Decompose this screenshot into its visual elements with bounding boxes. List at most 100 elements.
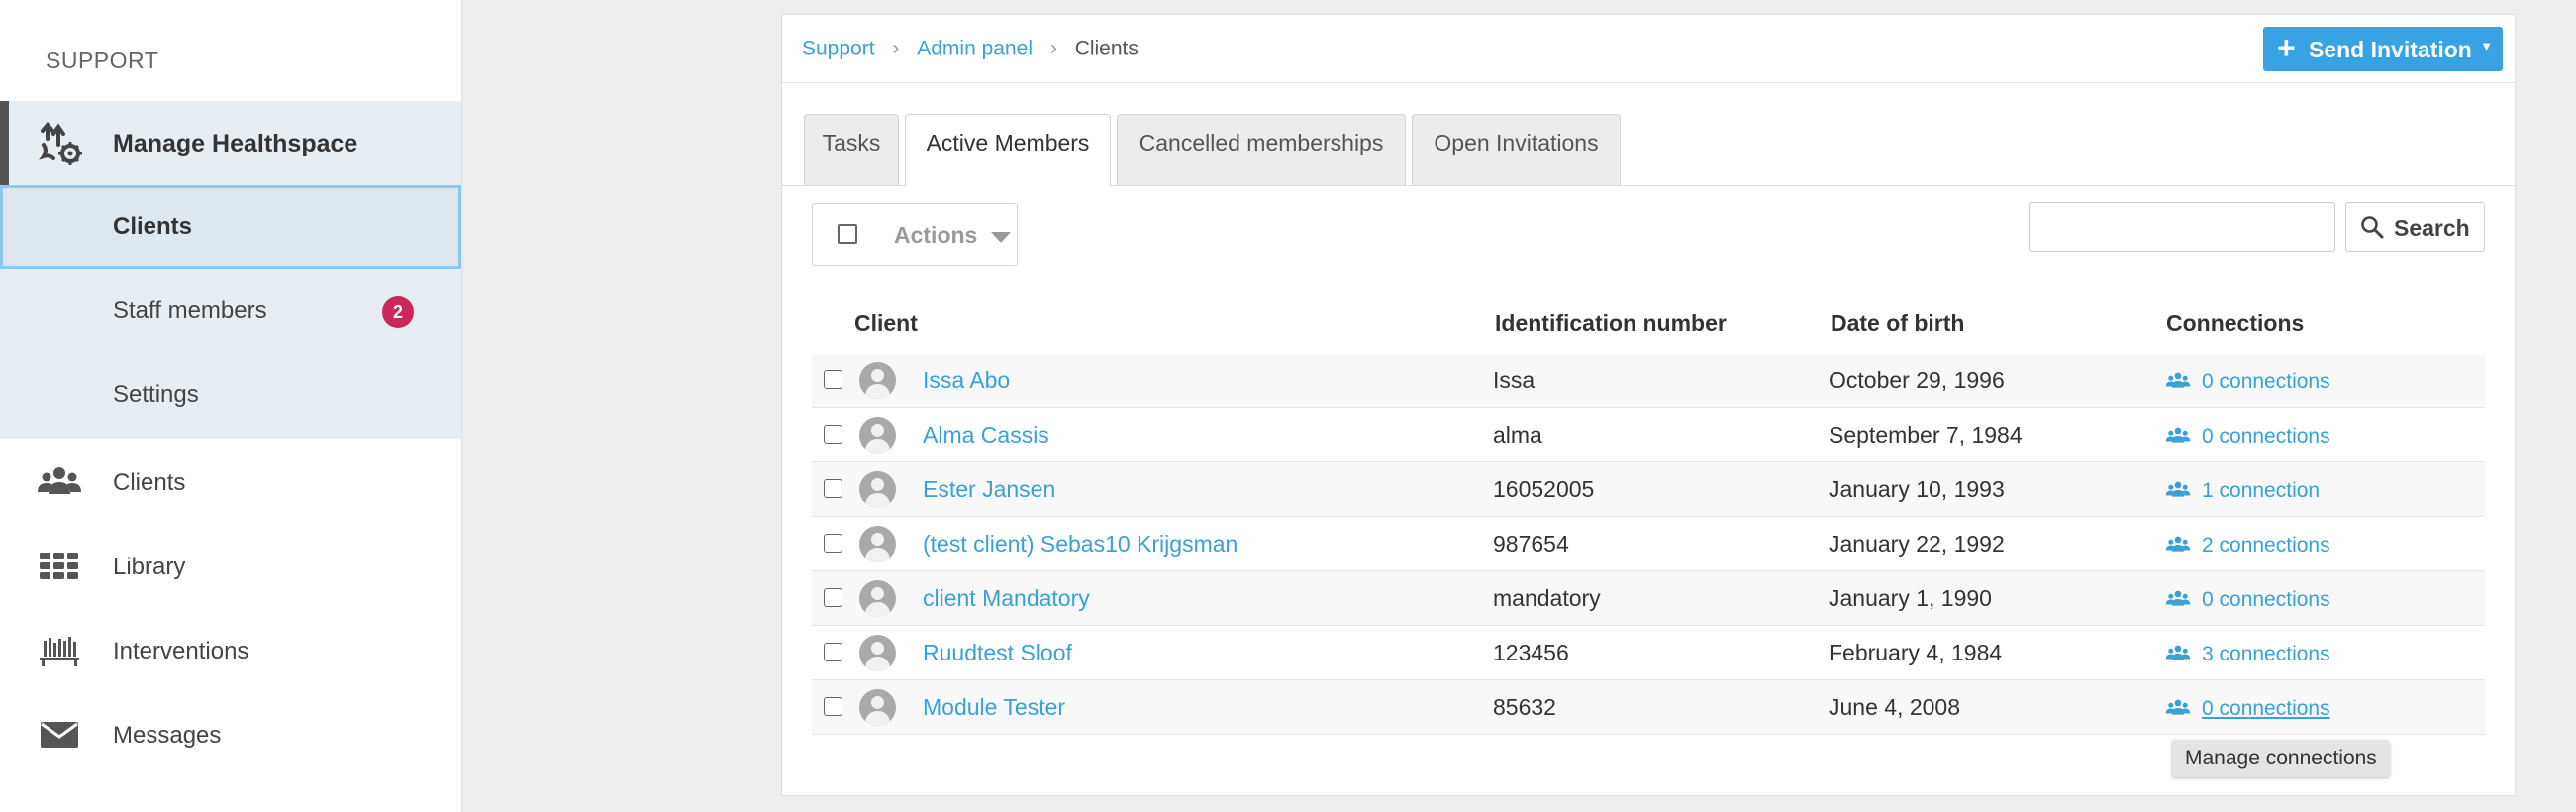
connections-count: 0 connections xyxy=(2202,697,2330,720)
column-header-client[interactable]: Client xyxy=(854,310,918,337)
connections-count: 1 connection xyxy=(2202,479,2321,502)
subnav-item-label: Staff members xyxy=(113,297,267,324)
identification-number: alma xyxy=(1493,422,1542,448)
envelope-icon xyxy=(41,722,78,748)
sidebar-item-clients[interactable]: Clients xyxy=(0,441,461,525)
identification-number: 16052005 xyxy=(1493,476,1595,502)
identification-number: 987654 xyxy=(1493,531,1569,557)
connections-count: 0 connections xyxy=(2202,588,2330,611)
users-icon xyxy=(2165,645,2191,660)
search-button[interactable]: Search xyxy=(2345,202,2485,252)
connections-count: 0 connections xyxy=(2202,425,2330,448)
subnav-item-label: Clients xyxy=(113,213,193,240)
users-icon xyxy=(2165,372,2191,388)
client-name-link[interactable]: Ester Jansen xyxy=(923,476,1055,503)
table-row: Ruudtest Sloof 123456 February 4, 1984 3… xyxy=(812,626,2485,680)
date-of-birth: June 4, 2008 xyxy=(1829,694,1961,720)
plus-icon: + xyxy=(2277,30,2296,65)
tab-label: Active Members xyxy=(926,130,1090,155)
date-of-birth: September 7, 1984 xyxy=(1829,422,2023,448)
manage-settings-icon xyxy=(39,121,82,165)
sidebar-item-messages[interactable]: Messages xyxy=(0,693,461,777)
avatar xyxy=(859,417,896,454)
connections-count: 0 connections xyxy=(2202,370,2330,393)
row-checkbox[interactable] xyxy=(824,479,842,498)
caret-down-icon: ▼ xyxy=(2480,39,2493,53)
column-header-connections[interactable]: Connections xyxy=(2166,310,2304,337)
client-name-link[interactable]: Ruudtest Sloof xyxy=(923,640,1072,666)
users-icon xyxy=(2165,536,2191,552)
tab-active-members[interactable]: Active Members xyxy=(905,114,1111,186)
caret-down-icon xyxy=(991,232,1011,243)
breadcrumb-support[interactable]: Support xyxy=(802,37,875,59)
avatar xyxy=(859,526,896,562)
manage-subnav: Clients Staff members 2 Settings xyxy=(0,185,461,439)
tab-label: Cancelled memberships xyxy=(1139,130,1384,155)
select-all-checkbox[interactable] xyxy=(838,224,857,244)
row-checkbox[interactable] xyxy=(824,534,842,553)
subnav-item-clients[interactable]: Clients xyxy=(0,185,461,269)
date-of-birth: January 10, 1993 xyxy=(1829,476,2005,502)
nav-manage-healthspace[interactable]: Manage Healthspace xyxy=(0,101,461,185)
client-name-link[interactable]: Module Tester xyxy=(923,694,1065,721)
table-row: (test client) Sebas10 Krijgsman 987654 J… xyxy=(812,517,2485,571)
identification-number: mandatory xyxy=(1493,585,1601,611)
subnav-item-settings[interactable]: Settings xyxy=(0,354,461,438)
users-icon xyxy=(2165,590,2191,606)
search-icon xyxy=(2361,216,2384,239)
identification-number: 123456 xyxy=(1493,640,1569,665)
connections-count: 2 connections xyxy=(2202,534,2330,557)
sidebar-item-interventions[interactable]: Interventions xyxy=(0,609,461,693)
column-header-identification-number[interactable]: Identification number xyxy=(1495,310,1727,337)
tab-label: Tasks xyxy=(822,130,881,155)
table-row: Alma Cassis alma September 7, 1984 0 con… xyxy=(812,408,2485,462)
avatar xyxy=(859,689,896,726)
breadcrumb-admin-panel[interactable]: Admin panel xyxy=(917,37,1033,59)
search-button-label: Search xyxy=(2394,215,2470,241)
date-of-birth: October 29, 1996 xyxy=(1829,367,2005,393)
tab-tasks[interactable]: Tasks xyxy=(804,114,899,185)
subnav-item-staff-members[interactable]: Staff members 2 xyxy=(0,269,461,354)
users-icon xyxy=(2165,427,2191,443)
sidebar-item-label: Library xyxy=(113,554,186,580)
chevron-right-icon: › xyxy=(892,37,900,60)
client-name-link[interactable]: client Mandatory xyxy=(923,585,1090,612)
client-name-link[interactable]: Issa Abo xyxy=(923,367,1010,394)
table-row: Ester Jansen 16052005 January 10, 1993 1… xyxy=(812,462,2485,517)
identification-number: 85632 xyxy=(1493,694,1556,720)
row-checkbox[interactable] xyxy=(824,588,842,607)
avatar xyxy=(859,362,896,399)
sidebar: SUPPORT Manage Healthspace Clients Staff… xyxy=(0,0,462,812)
row-checkbox[interactable] xyxy=(824,425,842,444)
date-of-birth: February 4, 1984 xyxy=(1829,640,2003,665)
manage-connections-tooltip: Manage connections xyxy=(2172,740,2390,777)
tab-bar: Tasks Active Members Cancelled membershi… xyxy=(782,114,2515,186)
row-checkbox[interactable] xyxy=(824,370,842,389)
organization-name: SUPPORT xyxy=(46,48,159,73)
grid-icon xyxy=(40,553,78,579)
table-row: Module Tester 85632 June 4, 2008 0 conne… xyxy=(812,680,2485,735)
table-row: Issa Abo Issa October 29, 1996 0 connect… xyxy=(812,354,2485,408)
row-checkbox[interactable] xyxy=(824,643,842,661)
bulk-actions-dropdown[interactable]: Actions xyxy=(812,203,1018,266)
users-icon xyxy=(2165,699,2191,715)
sidebar-item-label: Clients xyxy=(113,469,186,496)
subnav-item-label: Settings xyxy=(113,381,199,408)
chevron-right-icon: › xyxy=(1049,37,1057,60)
users-icon xyxy=(38,467,81,494)
send-invitation-button[interactable]: + Send Invitation ▼ xyxy=(2263,27,2503,71)
connections-count: 3 connections xyxy=(2202,643,2330,665)
sidebar-item-label: Messages xyxy=(113,722,222,749)
date-of-birth: January 1, 1990 xyxy=(1829,585,1992,611)
tab-open-invitations[interactable]: Open Invitations xyxy=(1412,114,1621,185)
send-invitation-label: Send Invitation xyxy=(2309,37,2472,62)
client-name-link[interactable]: (test client) Sebas10 Krijgsman xyxy=(923,531,1238,558)
row-checkbox[interactable] xyxy=(824,697,842,716)
header-divider xyxy=(782,82,2515,83)
client-name-link[interactable]: Alma Cassis xyxy=(923,422,1049,449)
sidebar-item-library[interactable]: Library xyxy=(0,525,461,609)
search-input[interactable] xyxy=(2029,202,2335,252)
identification-number: Issa xyxy=(1493,367,1536,393)
column-header-date-of-birth[interactable]: Date of birth xyxy=(1831,310,1964,337)
tab-cancelled-memberships[interactable]: Cancelled memberships xyxy=(1117,114,1406,185)
